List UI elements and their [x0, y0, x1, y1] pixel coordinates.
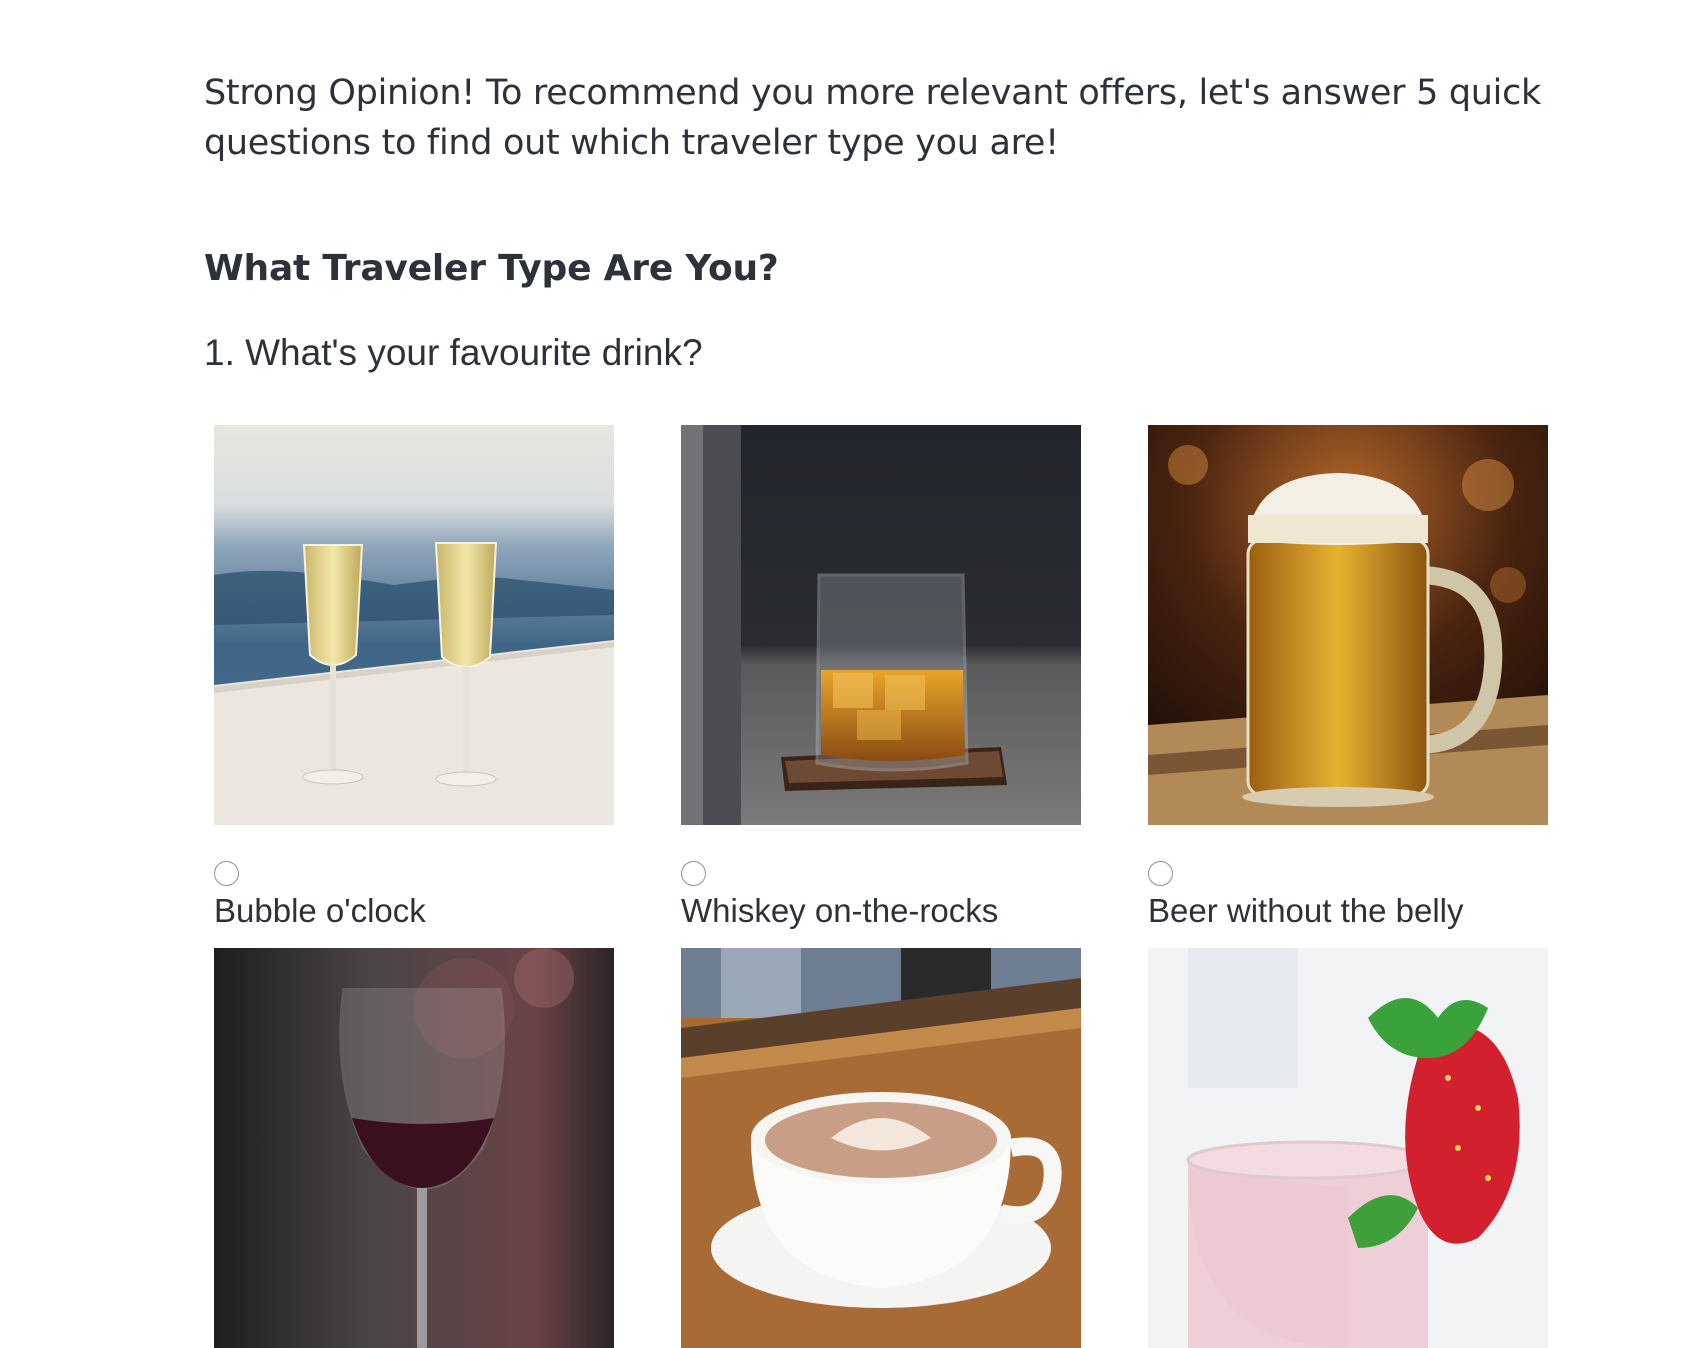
answer-option-wine[interactable]: [214, 948, 614, 1348]
radio-bubble[interactable]: [214, 861, 239, 886]
beer-image[interactable]: [1148, 425, 1548, 825]
option-label-bubble[interactable]: Bubble o'clock: [214, 892, 614, 930]
answer-option-beer[interactable]: Beer without the belly: [1148, 425, 1548, 930]
radio-beer[interactable]: [1148, 861, 1173, 886]
answer-option-bubble[interactable]: Bubble o'clock: [214, 425, 614, 930]
answer-option-whiskey[interactable]: Whiskey on-the-rocks: [681, 425, 1081, 930]
champagne-image[interactable]: [214, 425, 614, 825]
quiz-title: What Traveler Type Are You?: [204, 248, 779, 289]
option-label-beer[interactable]: Beer without the belly: [1148, 892, 1548, 930]
strawberry-smoothie-image[interactable]: [1148, 948, 1548, 1348]
question-text: 1. What's your favourite drink?: [204, 332, 703, 373]
intro-text: Strong Opinion! To recommend you more re…: [204, 73, 1541, 163]
answer-option-coffee[interactable]: [681, 948, 1081, 1348]
radio-whiskey[interactable]: [681, 861, 706, 886]
answer-option-smoothie[interactable]: [1148, 948, 1548, 1348]
cappuccino-image[interactable]: [681, 948, 1081, 1348]
answer-options-grid: Bubble o'clock Whiskey on-the-rocks Beer…: [214, 425, 1554, 1348]
red-wine-image[interactable]: [214, 948, 614, 1348]
whiskey-image[interactable]: [681, 425, 1081, 825]
option-label-whiskey[interactable]: Whiskey on-the-rocks: [681, 892, 1081, 930]
